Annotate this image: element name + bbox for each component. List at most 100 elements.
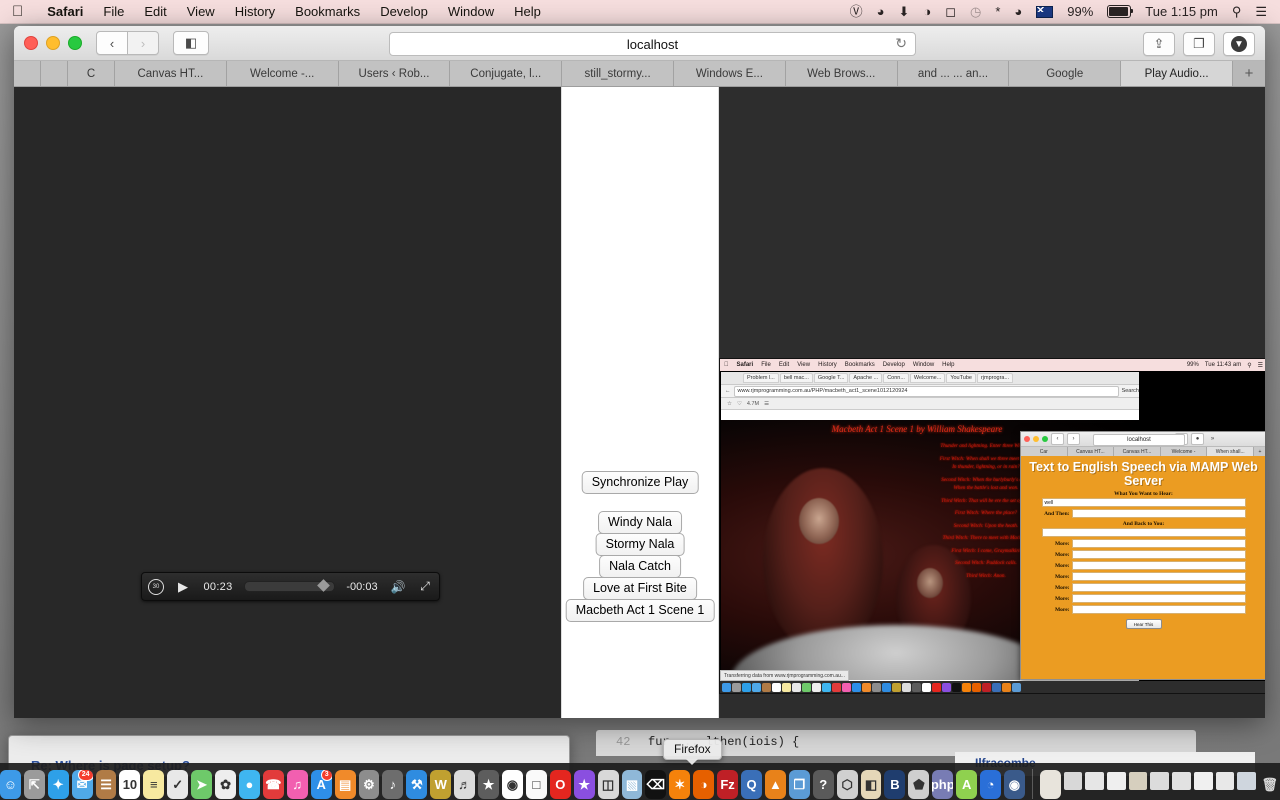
garageband-icon[interactable]: ♬	[454, 770, 476, 799]
volume-icon[interactable]: 🔊	[385, 580, 411, 594]
mamp-icon[interactable]: W	[430, 770, 452, 799]
back-button[interactable]: ‹	[96, 31, 128, 55]
textedit-icon[interactable]: □	[525, 770, 547, 799]
reminders-icon[interactable]: ✓	[167, 770, 189, 799]
graphicconverter-icon[interactable]: ◫	[597, 770, 619, 799]
rewind-30-button[interactable]: 30	[142, 578, 170, 595]
swift-icon[interactable]: ◔	[980, 770, 1002, 799]
minimized-window-1[interactable]	[1063, 772, 1083, 790]
timemachine-icon[interactable]: ◷	[963, 0, 988, 23]
maps-icon[interactable]: ➤	[191, 770, 213, 799]
itunes-icon[interactable]: ♫	[286, 770, 308, 799]
tab-still-stormy[interactable]: still_stormy...	[562, 61, 674, 86]
windy-nala-button[interactable]: Windy Nala	[598, 511, 682, 534]
menu-item-history[interactable]: History	[225, 0, 285, 23]
minimized-window-6[interactable]	[1172, 772, 1191, 790]
video-surface[interactable]	[14, 87, 561, 718]
show-all-tabs-button[interactable]: ❐	[1183, 32, 1215, 56]
mail-icon[interactable]: ✉ 24	[71, 770, 93, 799]
spotlight-search-icon[interactable]: ⚲	[1225, 0, 1249, 23]
reload-icon[interactable]: ↻	[895, 35, 907, 52]
help-icon[interactable]: ?	[812, 770, 834, 799]
package-icon[interactable]: ⬟	[908, 770, 930, 799]
virtualbox-icon[interactable]: ⬡	[836, 770, 858, 799]
airplay-icon[interactable]: ◻	[938, 0, 963, 23]
facetime-icon[interactable]: ☎	[262, 770, 284, 799]
contacts-icon[interactable]: ☰	[95, 770, 117, 799]
menu-item-edit[interactable]: Edit	[134, 0, 176, 23]
app-store-icon[interactable]: A3	[310, 770, 332, 799]
clock-label[interactable]: Tue 1:15 pm	[1138, 0, 1225, 23]
screen-sharing-icon[interactable]: ❐	[788, 770, 810, 799]
new-tab-button[interactable]: +	[1232, 61, 1265, 86]
chrome-icon[interactable]: ◉	[501, 770, 523, 799]
tab-canvas-html[interactable]: Canvas HT...	[115, 61, 227, 86]
android-studio-icon[interactable]: A	[956, 770, 978, 799]
system-preferences-icon[interactable]: ⚙	[358, 770, 380, 799]
trash-icon[interactable]: 🗑	[1259, 770, 1280, 799]
dictionary-icon[interactable]: ◧	[860, 770, 882, 799]
bartender-icon[interactable]: Ⓥ	[843, 0, 870, 23]
shazam-icon[interactable]: ◑	[916, 0, 938, 23]
tab-google[interactable]: Google	[1009, 61, 1122, 86]
apple-menu-icon[interactable]: 	[0, 4, 37, 19]
minimized-window-2[interactable]	[1085, 772, 1105, 790]
nala-catch-button[interactable]: Nala Catch	[599, 555, 681, 578]
tab-partial-2[interactable]	[41, 61, 68, 86]
finder-icon[interactable]: ☺	[0, 770, 21, 799]
play-button[interactable]: ▶	[170, 579, 196, 595]
minimized-window-8[interactable]	[1215, 772, 1235, 790]
calendar-icon[interactable]: 10	[119, 770, 141, 799]
tab-users-rob[interactable]: Users ‹ Rob...	[338, 61, 451, 86]
minimized-window-7[interactable]	[1193, 772, 1213, 790]
scrubber-slider[interactable]	[244, 579, 335, 592]
imovie-icon[interactable]: ★	[478, 770, 499, 799]
menu-item-safari[interactable]: Safari	[37, 0, 93, 23]
minimized-window-5[interactable]	[1150, 772, 1170, 790]
tab-partial-1[interactable]	[14, 61, 41, 86]
zoom-window-button[interactable]	[68, 36, 82, 50]
forward-button[interactable]: ›	[128, 31, 159, 55]
tab-web-brows[interactable]: Web Brows...	[785, 61, 898, 86]
menu-item-bookmarks[interactable]: Bookmarks	[285, 0, 370, 23]
love-at-first-bite-button[interactable]: Love at First Bite	[583, 577, 697, 600]
minimized-window-3[interactable]	[1107, 772, 1126, 790]
tab-conjugate[interactable]: Conjugate, l...	[450, 61, 563, 86]
photos-icon[interactable]: ✿	[215, 770, 237, 799]
scrubber-knob[interactable]	[316, 579, 330, 592]
minimize-window-button[interactable]	[46, 36, 60, 50]
stormy-nala-button[interactable]: Stormy Nala	[595, 533, 685, 556]
bluetooth-icon[interactable]: *	[988, 0, 1007, 23]
notification-center-icon[interactable]: ☰	[1248, 0, 1274, 23]
battery-icon[interactable]	[1100, 5, 1138, 18]
menu-item-develop[interactable]: Develop	[370, 0, 438, 23]
menu-item-file[interactable]: File	[93, 0, 134, 23]
flag-australia-icon[interactable]	[1029, 5, 1060, 18]
quicktime-icon[interactable]: Q	[741, 770, 762, 799]
macbeth-act-1-scene-1-button[interactable]: Macbeth Act 1 Scene 1	[565, 599, 715, 622]
close-window-button[interactable]	[24, 36, 38, 50]
minimized-window-9[interactable]	[1237, 772, 1257, 790]
menu-item-window[interactable]: Window	[438, 0, 504, 23]
vlc-icon[interactable]: ▲	[764, 770, 786, 799]
tab-and-an[interactable]: and ... ... an...	[897, 61, 1010, 86]
downloads-button[interactable]: ▼	[1223, 32, 1255, 56]
address-bar[interactable]: localhost ↻	[389, 32, 916, 56]
bbedit-icon[interactable]: B	[884, 770, 906, 799]
downloads-stack[interactable]	[1039, 770, 1061, 799]
sidebar-toggle-button[interactable]: ◧	[173, 31, 209, 55]
tab-play-audio[interactable]: Play Audio...	[1121, 61, 1233, 86]
share-button[interactable]: ⇪	[1143, 32, 1175, 56]
microphone-icon[interactable]: ♪	[382, 770, 404, 799]
menu-item-view[interactable]: View	[177, 0, 225, 23]
notes-icon[interactable]: ≡	[143, 770, 165, 799]
xcode-icon[interactable]: ⚒	[406, 770, 428, 799]
synchronize-play-button[interactable]: Synchronize Play	[581, 471, 699, 494]
wifi-icon[interactable]: ◕	[1007, 0, 1029, 23]
tab-c[interactable]: C	[68, 61, 115, 86]
menu-item-help[interactable]: Help	[504, 0, 551, 23]
php-icon[interactable]: php	[932, 770, 954, 799]
filezilla-icon[interactable]: Fz	[717, 770, 739, 799]
firefox-icon[interactable]: ◑	[693, 770, 715, 799]
screen-recording-video[interactable]:  Safari File Edit View History Bookmark…	[719, 358, 1265, 694]
